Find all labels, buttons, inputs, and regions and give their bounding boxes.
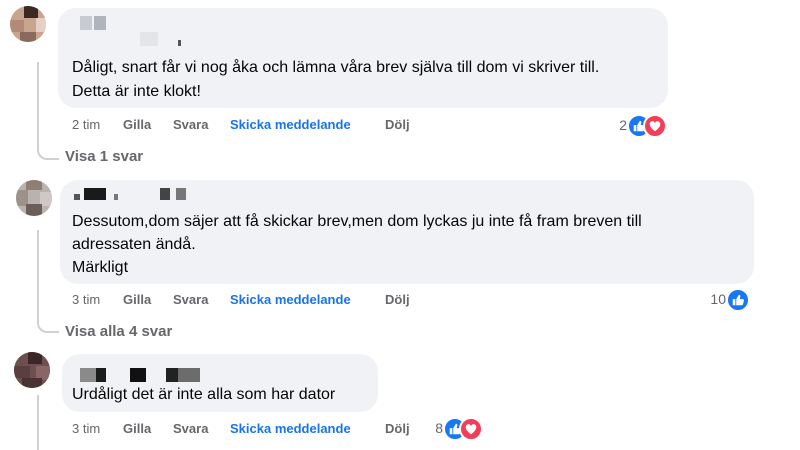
hide-button[interactable]: Dölj bbox=[385, 292, 410, 308]
like-button[interactable]: Gilla bbox=[123, 421, 151, 437]
comment-actions: 3 tim Gilla Svara Skicka meddelande Dölj bbox=[72, 421, 422, 437]
reaction-count: 8 bbox=[435, 420, 443, 436]
love-icon bbox=[459, 417, 483, 441]
comment-text-line: Urdåligt det är inte alla som har dator bbox=[72, 386, 336, 403]
comment-text-line: Detta är inte klokt! bbox=[72, 83, 201, 100]
reaction-summary[interactable]: 8 bbox=[420, 417, 486, 441]
comment-author-name[interactable] bbox=[70, 186, 200, 204]
reply-button[interactable]: Svara bbox=[173, 117, 208, 133]
comment-author-name[interactable] bbox=[72, 366, 212, 384]
thread-connector bbox=[37, 142, 59, 160]
thread-line bbox=[37, 62, 39, 142]
avatar[interactable] bbox=[14, 352, 50, 388]
hide-button[interactable]: Dölj bbox=[385, 421, 410, 437]
reaction-count: 2 bbox=[619, 117, 627, 133]
comment-text-line: adressaten ändå. bbox=[72, 236, 196, 253]
comment-actions: 3 tim Gilla Svara Skicka meddelande Dölj bbox=[72, 292, 422, 308]
comment-time[interactable]: 2 tim bbox=[72, 117, 100, 133]
reaction-count: 10 bbox=[710, 291, 726, 307]
reply-button[interactable]: Svara bbox=[173, 292, 208, 308]
like-button[interactable]: Gilla bbox=[123, 117, 151, 133]
like-button[interactable]: Gilla bbox=[123, 292, 151, 308]
send-message-button[interactable]: Skicka meddelande bbox=[230, 117, 351, 133]
reply-button[interactable]: Svara bbox=[173, 421, 208, 437]
view-replies-link[interactable]: Visa alla 4 svar bbox=[65, 323, 172, 340]
thread-line bbox=[37, 395, 39, 450]
view-replies-link[interactable]: Visa 1 svar bbox=[65, 148, 143, 165]
comment-time[interactable]: 3 tim bbox=[72, 421, 100, 437]
reaction-summary[interactable]: 2 bbox=[600, 114, 670, 138]
avatar[interactable] bbox=[10, 6, 46, 42]
comment-time[interactable]: 3 tim bbox=[72, 292, 100, 308]
hide-button[interactable]: Dölj bbox=[385, 117, 410, 133]
reaction-summary[interactable]: 10 bbox=[700, 288, 752, 312]
comment-text-line: Dåligt, snart får vi nog åka och lämna v… bbox=[72, 59, 600, 76]
send-message-button[interactable]: Skicka meddelande bbox=[230, 292, 351, 308]
thread-line bbox=[37, 230, 39, 315]
send-message-button[interactable]: Skicka meddelande bbox=[230, 421, 351, 437]
thread-connector bbox=[37, 315, 59, 333]
comment-text-line: Dessutom,dom säjer att få skickar brev,m… bbox=[72, 213, 642, 230]
like-icon bbox=[726, 288, 750, 312]
comment-actions: 2 tim Gilla Svara Skicka meddelande Dölj bbox=[72, 117, 422, 133]
avatar[interactable] bbox=[16, 180, 52, 216]
love-icon bbox=[643, 114, 667, 138]
comment-author-name[interactable] bbox=[70, 16, 190, 50]
comment-text-line: Märkligt bbox=[72, 259, 129, 276]
